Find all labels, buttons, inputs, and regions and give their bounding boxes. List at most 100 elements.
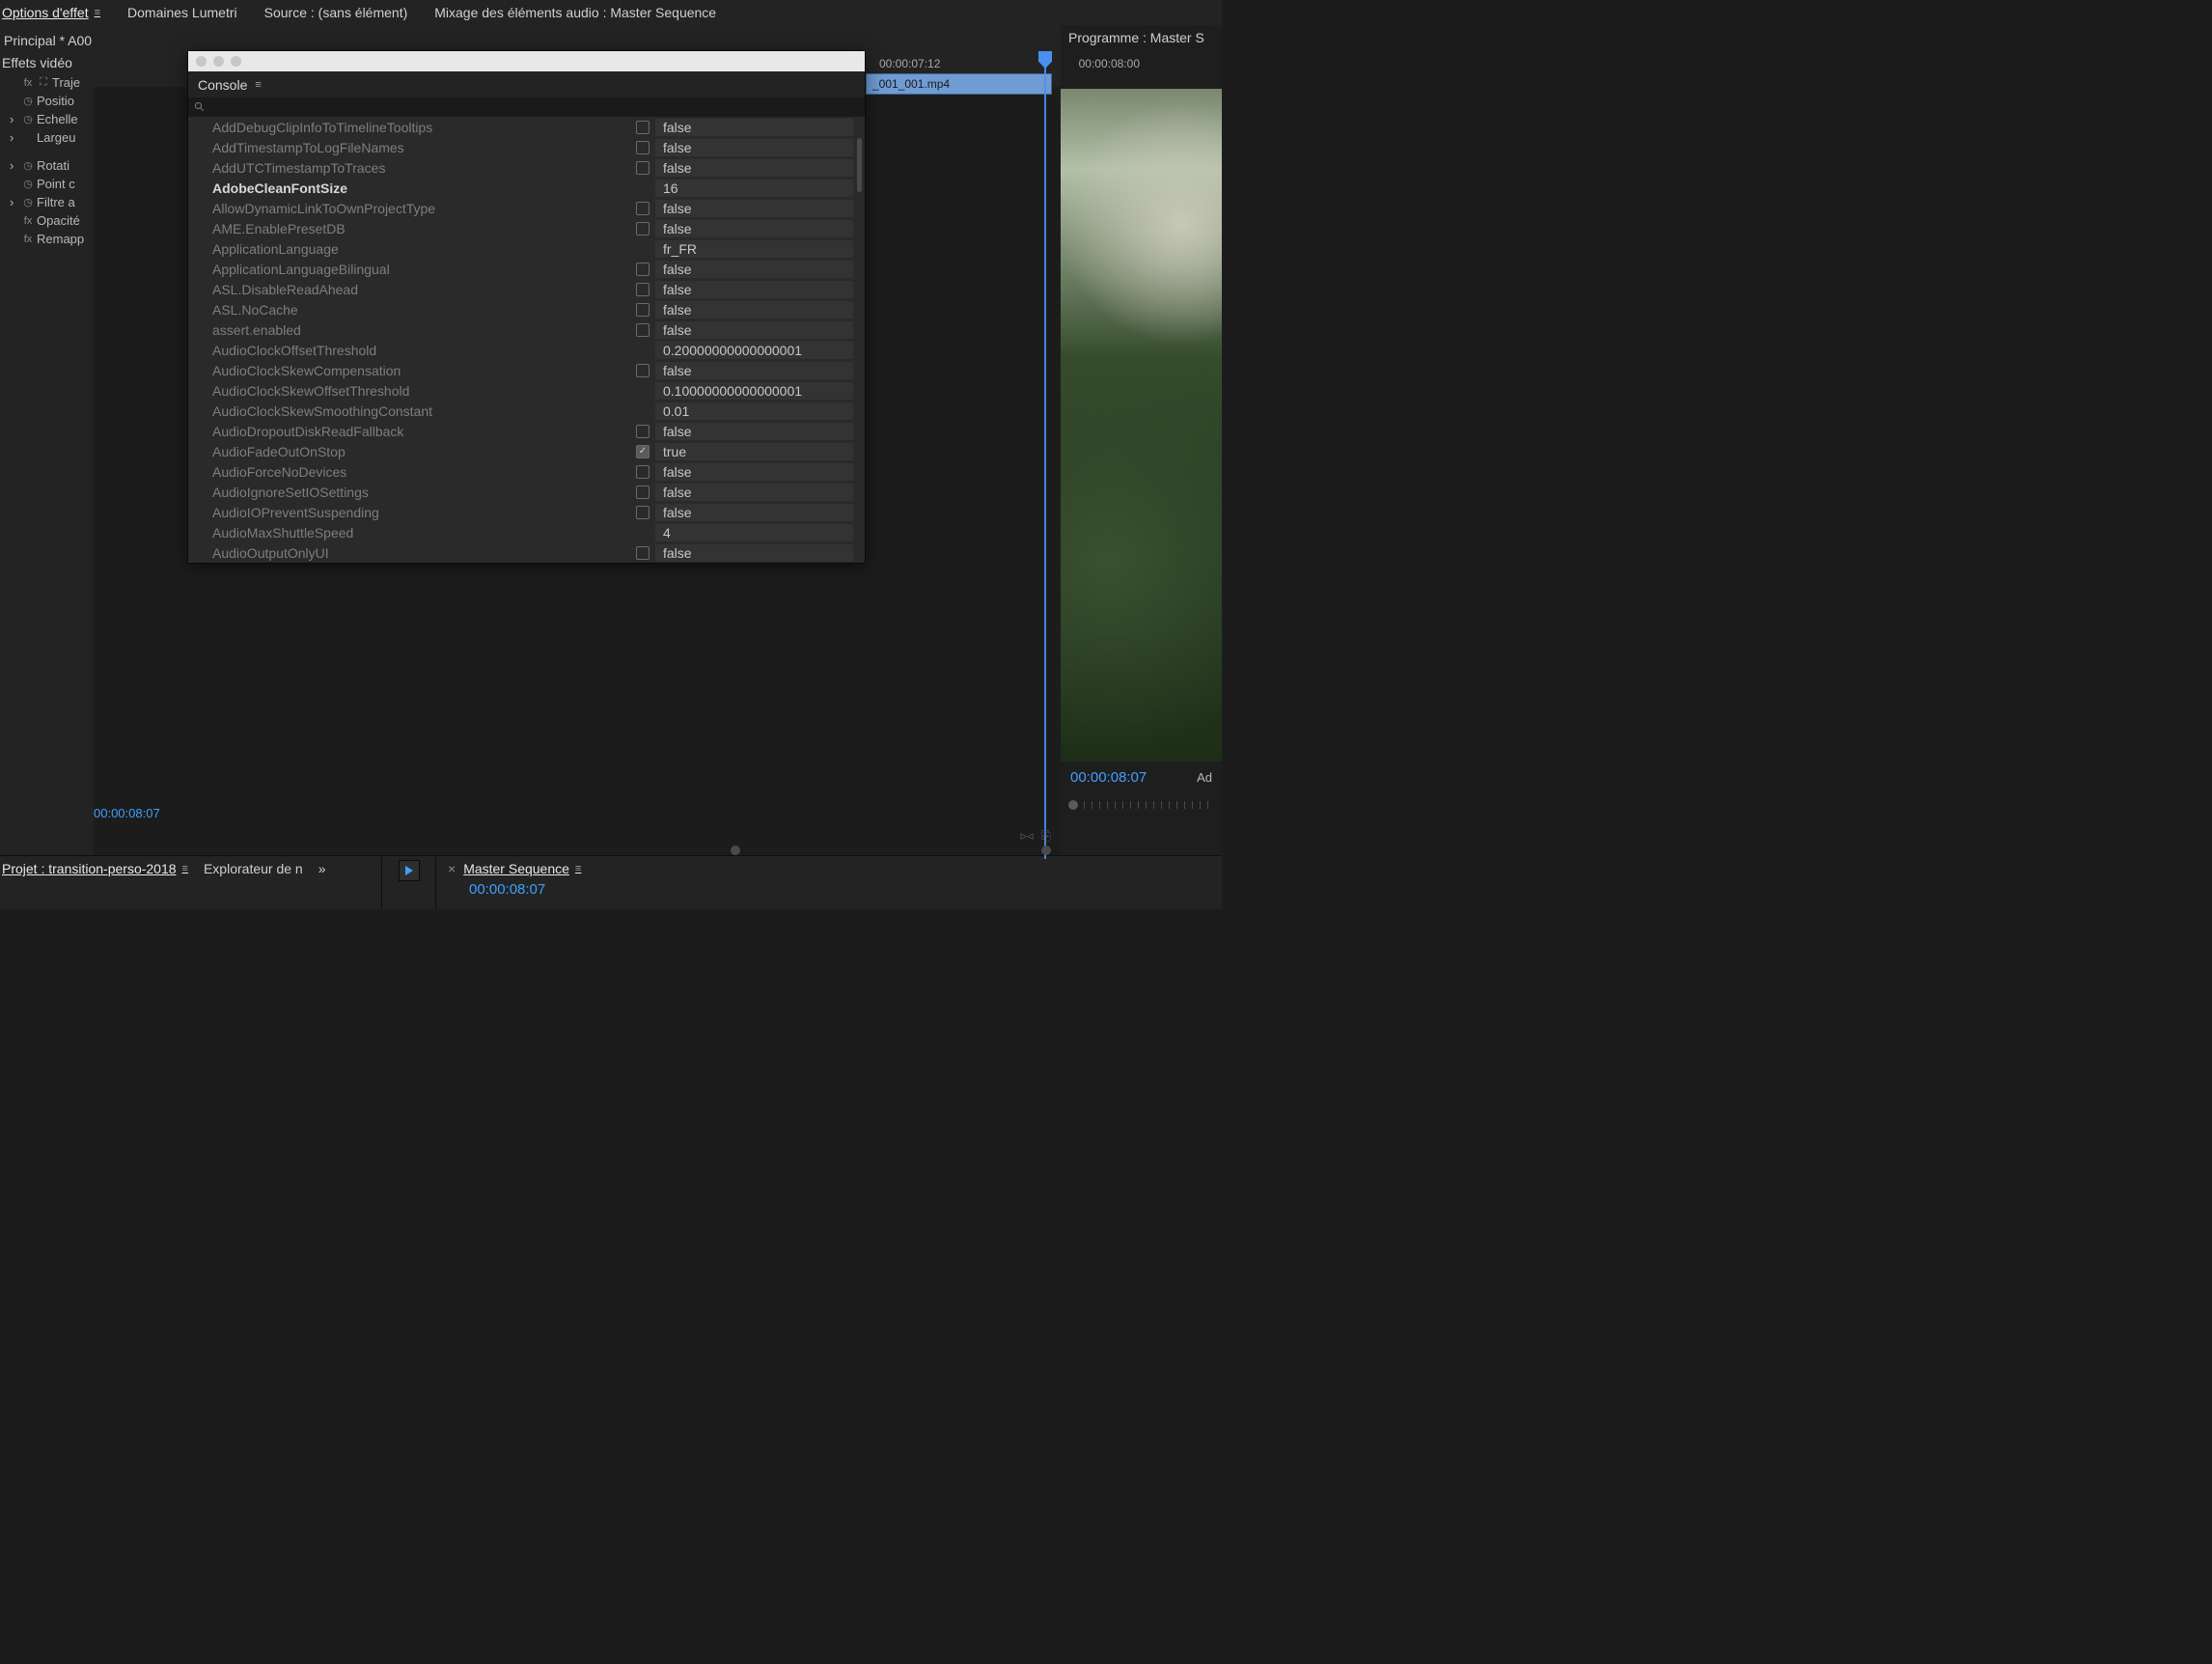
chevron-right-icon[interactable]: › bbox=[10, 158, 19, 173]
console-value-input[interactable]: false bbox=[655, 159, 853, 177]
hamburger-icon[interactable]: ≡ bbox=[575, 863, 581, 874]
effect-anchor[interactable]: ◷Point c bbox=[10, 175, 94, 193]
console-list-row[interactable]: ApplicationLanguageBilingualfalse bbox=[188, 259, 865, 279]
console-value-input[interactable]: false bbox=[655, 119, 853, 136]
stopwatch-icon[interactable]: ◷ bbox=[21, 159, 35, 172]
console-list-row[interactable]: ASL.DisableReadAheadfalse bbox=[188, 279, 865, 299]
hamburger-icon[interactable]: ≡ bbox=[255, 79, 261, 91]
console-list-row[interactable]: ApplicationLanguagefr_FR bbox=[188, 238, 865, 259]
effect-opacity[interactable]: fxOpacité bbox=[10, 211, 94, 230]
stopwatch-icon[interactable]: ◷ bbox=[21, 196, 35, 208]
sequence-timecode[interactable]: 00:00:08:07 bbox=[448, 881, 1222, 898]
console-value-input[interactable]: fr_FR bbox=[655, 240, 853, 258]
console-checkbox[interactable] bbox=[636, 263, 650, 276]
tab-program-monitor[interactable]: Programme : Master S bbox=[1061, 25, 1222, 50]
console-list-row[interactable]: AudioIgnoreSetIOSettingsfalse bbox=[188, 482, 865, 502]
console-list-row[interactable]: AllowDynamicLinkToOwnProjectTypefalse bbox=[188, 198, 865, 218]
scrub-handle-icon[interactable] bbox=[1068, 800, 1078, 810]
console-list-row[interactable]: assert.enabledfalse bbox=[188, 319, 865, 340]
console-checkbox[interactable] bbox=[636, 465, 650, 479]
console-list-row[interactable]: AudioClockSkewCompensationfalse bbox=[188, 360, 865, 380]
hamburger-icon[interactable]: ≡ bbox=[182, 863, 188, 874]
console-search-input[interactable] bbox=[188, 97, 865, 117]
tab-media-browser[interactable]: Explorateur de n bbox=[204, 861, 303, 876]
console-value-input[interactable]: false bbox=[655, 321, 853, 339]
console-value-input[interactable]: true bbox=[655, 443, 853, 460]
console-value-input[interactable]: false bbox=[655, 362, 853, 379]
effect-scale[interactable]: ›◷Echelle bbox=[10, 110, 94, 128]
export-frame-icon[interactable]: ⎘ bbox=[1041, 828, 1051, 844]
console-value-input[interactable]: false bbox=[655, 139, 853, 156]
console-value-input[interactable]: false bbox=[655, 220, 853, 237]
console-list-row[interactable]: AudioOutputOnlyUIfalse bbox=[188, 542, 865, 563]
console-value-input[interactable]: 0.01 bbox=[655, 402, 853, 420]
console-list-row[interactable]: ASL.NoCachefalse bbox=[188, 299, 865, 319]
program-fit-label[interactable]: Ad bbox=[1197, 770, 1212, 785]
console-value-input[interactable]: false bbox=[655, 484, 853, 501]
console-value-input[interactable]: false bbox=[655, 200, 853, 217]
window-close-icon[interactable] bbox=[196, 56, 207, 67]
console-tab[interactable]: Console bbox=[198, 77, 247, 93]
console-list-row[interactable]: AddDebugClipInfoToTimelineTooltipsfalse bbox=[188, 117, 865, 137]
console-checkbox[interactable] bbox=[636, 141, 650, 154]
chevron-right-icon[interactable]: › bbox=[10, 112, 19, 126]
effect-antialias[interactable]: ›◷Filtre a bbox=[10, 193, 94, 211]
console-checkbox[interactable] bbox=[636, 283, 650, 296]
console-value-input[interactable]: 0.10000000000000001 bbox=[655, 382, 853, 400]
close-sequence-button[interactable]: × bbox=[448, 861, 456, 876]
console-list-row[interactable]: AudioClockSkewOffsetThreshold0.100000000… bbox=[188, 380, 865, 401]
console-list-row[interactable]: AddUTCTimestampToTracesfalse bbox=[188, 157, 865, 178]
console-list-row[interactable]: AME.EnablePresetDBfalse bbox=[188, 218, 865, 238]
scroll-handle-right[interactable] bbox=[1041, 846, 1051, 855]
window-minimize-icon[interactable] bbox=[213, 56, 224, 67]
console-list-row[interactable]: AudioClockOffsetThreshold0.2000000000000… bbox=[188, 340, 865, 360]
chevron-right-icon[interactable]: › bbox=[10, 130, 19, 145]
stopwatch-icon[interactable]: ◷ bbox=[21, 113, 35, 125]
tab-master-sequence[interactable]: Master Sequence ≡ bbox=[463, 861, 581, 876]
scrollbar-thumb[interactable] bbox=[857, 138, 862, 192]
console-list-row[interactable]: AudioForceNoDevicesfalse bbox=[188, 461, 865, 482]
console-list-row[interactable]: AdobeCleanFontSize16 bbox=[188, 178, 865, 198]
console-checkbox[interactable] bbox=[636, 485, 650, 499]
console-checkbox[interactable]: ✓ bbox=[636, 445, 650, 458]
tab-lumetri[interactable]: Domaines Lumetri bbox=[127, 5, 237, 20]
console-value-input[interactable]: 16 bbox=[655, 180, 853, 197]
console-list-row[interactable]: AudioClockSkewSmoothingConstant0.01 bbox=[188, 401, 865, 421]
effect-scale-width[interactable]: ›Largeu bbox=[10, 128, 94, 147]
effect-position[interactable]: ◷Positio bbox=[10, 92, 94, 110]
play-toggle-button[interactable] bbox=[399, 860, 420, 881]
program-scrubbar[interactable] bbox=[1061, 793, 1222, 817]
console-checkbox[interactable] bbox=[636, 161, 650, 175]
effect-rotation[interactable]: ›◷Rotati bbox=[10, 156, 94, 175]
tab-audio-mix[interactable]: Mixage des éléments audio : Master Seque… bbox=[434, 5, 716, 20]
tab-overflow[interactable]: » bbox=[318, 861, 326, 876]
console-checkbox[interactable] bbox=[636, 546, 650, 560]
console-value-input[interactable]: false bbox=[655, 261, 853, 278]
current-timecode[interactable]: 00:00:08:07 bbox=[94, 806, 160, 820]
hamburger-icon[interactable]: ≡ bbox=[95, 7, 100, 18]
console-checkbox[interactable] bbox=[636, 364, 650, 377]
console-list-row[interactable]: AudioDropoutDiskReadFallbackfalse bbox=[188, 421, 865, 441]
effect-remap[interactable]: fxRemapp bbox=[10, 230, 94, 248]
stopwatch-icon[interactable]: ◷ bbox=[21, 95, 35, 107]
principal-clip-label[interactable]: Principal * A00 bbox=[0, 29, 94, 52]
program-preview[interactable] bbox=[1061, 89, 1222, 762]
console-list-row[interactable]: AddTimestampToLogFileNamesfalse bbox=[188, 137, 865, 157]
console-checkbox[interactable] bbox=[636, 222, 650, 236]
console-checkbox[interactable] bbox=[636, 323, 650, 337]
timeline-clip[interactable]: _001_001.mp4 bbox=[866, 73, 1052, 95]
console-checkbox[interactable] bbox=[636, 425, 650, 438]
window-zoom-icon[interactable] bbox=[231, 56, 241, 67]
tab-effect-options[interactable]: Options d'effet ≡ bbox=[2, 5, 100, 20]
console-value-input[interactable]: 0.20000000000000001 bbox=[655, 342, 853, 359]
console-value-input[interactable]: false bbox=[655, 463, 853, 481]
chevron-right-icon[interactable]: › bbox=[10, 195, 19, 209]
console-checkbox[interactable] bbox=[636, 506, 650, 519]
console-value-input[interactable]: false bbox=[655, 423, 853, 440]
console-list-row[interactable]: AudioFadeOutOnStop✓true bbox=[188, 441, 865, 461]
console-checkbox[interactable] bbox=[636, 202, 650, 215]
effects-timeline-scrollbar[interactable] bbox=[731, 846, 1051, 855]
tab-source[interactable]: Source : (sans élément) bbox=[264, 5, 408, 20]
console-value-input[interactable]: 4 bbox=[655, 524, 853, 541]
console-checkbox[interactable] bbox=[636, 303, 650, 317]
